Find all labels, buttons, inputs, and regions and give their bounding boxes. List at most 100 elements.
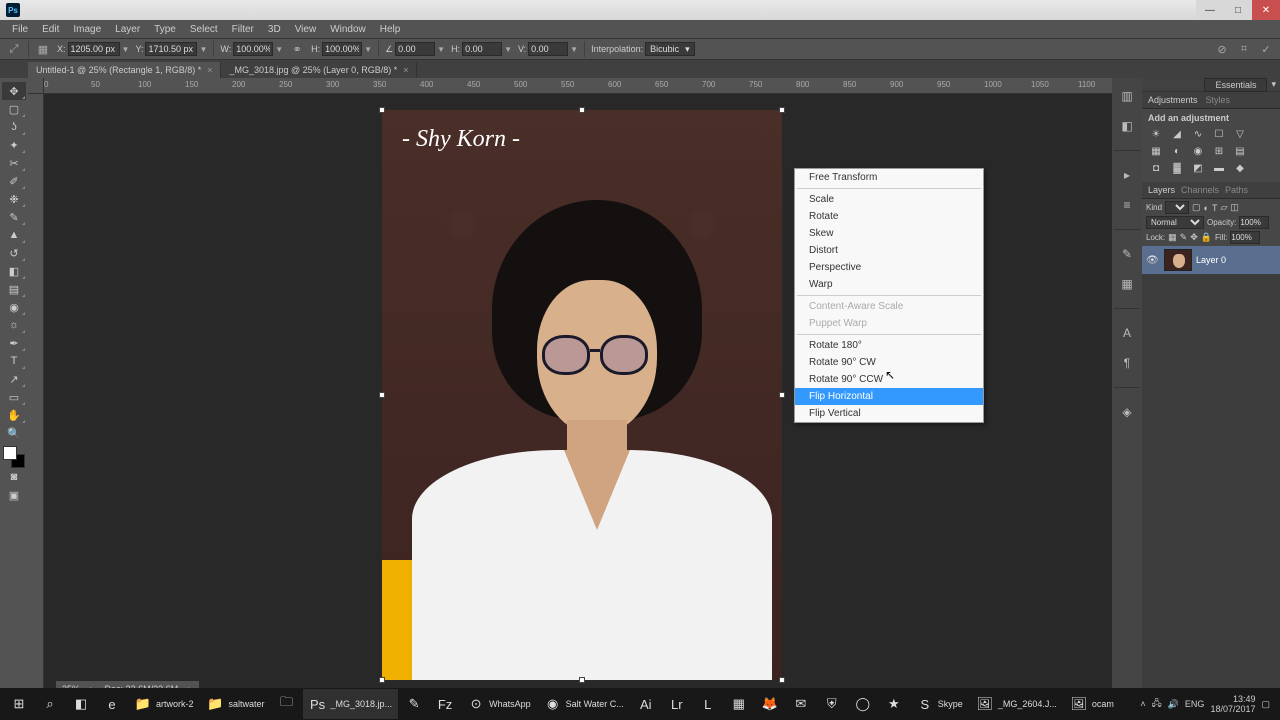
opacity-input[interactable]	[1239, 216, 1269, 229]
taskbar-item[interactable]: 🖼_MG_2604.J...	[970, 689, 1063, 719]
taskbar-item[interactable]: Ps_MG_3018.jp...	[303, 689, 399, 719]
menu-edit[interactable]: Edit	[36, 22, 65, 37]
taskbar-item[interactable]: Fz	[430, 689, 460, 719]
channels-tab[interactable]: Channels	[1181, 185, 1219, 195]
lasso-tool[interactable]: ʖ	[2, 118, 26, 136]
blur-tool[interactable]: ◉	[2, 298, 26, 316]
character-panel-icon[interactable]: A	[1117, 323, 1137, 343]
kind-select[interactable]	[1165, 201, 1189, 214]
menu-help[interactable]: Help	[374, 22, 407, 37]
history-brush-tool[interactable]: ↺	[2, 244, 26, 262]
ctx-warp[interactable]: Warp	[795, 276, 983, 293]
crop-tool[interactable]: ✂	[2, 154, 26, 172]
eraser-tool[interactable]: ◧	[2, 262, 26, 280]
layer-thumbnail[interactable]	[1164, 249, 1192, 271]
quickmask-tool[interactable]: ◙	[2, 468, 26, 486]
ctx-distort[interactable]: Distort	[795, 242, 983, 259]
styles-tab[interactable]: Styles	[1206, 95, 1231, 105]
ctx-rotate[interactable]: Rotate	[795, 208, 983, 225]
filter-shape-icon[interactable]: ▱	[1220, 202, 1227, 213]
marquee-tool[interactable]: ▢	[2, 100, 26, 118]
exposure-icon[interactable]: ☐	[1211, 127, 1227, 141]
taskbar-item[interactable]: ◧	[66, 689, 96, 719]
tray-notifications-icon[interactable]: ▢	[1261, 699, 1270, 710]
reference-point-icon[interactable]: ▦	[35, 41, 51, 57]
path-tool[interactable]: ↗	[2, 370, 26, 388]
system-tray[interactable]: ˄ 🖧 🔊 ENG 13:49 18/07/2017 ▢	[1134, 694, 1276, 714]
taskbar-item[interactable]: ★	[879, 689, 909, 719]
ruler-vertical[interactable]	[28, 94, 44, 718]
taskbar-item[interactable]: SSkype	[910, 689, 969, 719]
filter-type-icon[interactable]: T	[1212, 203, 1218, 213]
vibrance-icon[interactable]: ▽	[1232, 127, 1248, 141]
link-wh-icon[interactable]: ⚭	[289, 41, 305, 57]
ctx-flip-horizontal[interactable]: Flip Horizontal	[795, 388, 983, 405]
ctx-flip-vertical[interactable]: Flip Vertical	[795, 405, 983, 422]
brush-tool[interactable]: ✎	[2, 208, 26, 226]
layer-list[interactable]: 👁 Layer 0	[1142, 246, 1280, 700]
history-panel-icon[interactable]: ▥	[1117, 86, 1137, 106]
threshold-icon[interactable]: ◩	[1190, 161, 1206, 175]
skew-h-input[interactable]	[462, 42, 502, 56]
dodge-tool[interactable]: ☼	[2, 316, 26, 334]
taskbar-item[interactable]: e	[97, 689, 127, 719]
ctx-scale[interactable]: Scale	[795, 191, 983, 208]
3d-panel-icon[interactable]: ◈	[1117, 402, 1137, 422]
shape-tool[interactable]: ▭	[2, 388, 26, 406]
channel-mixer-icon[interactable]: ⊞	[1211, 144, 1227, 158]
tray-network-icon[interactable]: 🖧	[1152, 696, 1162, 712]
swatches-panel-icon[interactable]: ▦	[1117, 274, 1137, 294]
warp-mode-icon[interactable]: ⌗	[1236, 41, 1252, 57]
close-tab-icon[interactable]: ×	[207, 65, 212, 75]
gradient-map-icon[interactable]: ▬	[1211, 161, 1227, 175]
workspace-menu-icon[interactable]: ▾	[1271, 79, 1276, 90]
lock-pos-icon[interactable]: ✥	[1190, 232, 1198, 243]
wand-tool[interactable]: ✦	[2, 136, 26, 154]
taskbar-item[interactable]: 🦊	[755, 689, 785, 719]
doc-tab-1[interactable]: Untitled-1 @ 25% (Rectangle 1, RGB/8) *×	[28, 62, 221, 78]
taskbar-item[interactable]: ✎	[399, 689, 429, 719]
layer-row[interactable]: 👁 Layer 0	[1142, 246, 1280, 274]
fill-input[interactable]	[1230, 231, 1260, 244]
taskbar-item[interactable]: ⛨	[817, 689, 847, 719]
interp-dropdown[interactable]: Bicubic▾	[645, 42, 695, 56]
taskbar-item[interactable]: ⌕	[35, 689, 65, 719]
ctx-rotate-180[interactable]: Rotate 180°	[795, 337, 983, 354]
photo-filter-icon[interactable]: ◉	[1190, 144, 1206, 158]
type-tool[interactable]: T	[2, 352, 26, 370]
brush-panel-icon[interactable]: ✎	[1117, 244, 1137, 264]
actions-panel-icon[interactable]: ▸	[1117, 165, 1137, 185]
menu-type[interactable]: Type	[148, 22, 182, 37]
lock-trans-icon[interactable]: ▦	[1168, 232, 1177, 243]
ctx-skew[interactable]: Skew	[795, 225, 983, 242]
ctx-perspective[interactable]: Perspective	[795, 259, 983, 276]
tray-clock[interactable]: 13:49 18/07/2017	[1210, 694, 1255, 714]
selective-color-icon[interactable]: ◆	[1232, 161, 1248, 175]
taskbar-item[interactable]: Ai	[631, 689, 661, 719]
screenmode-tool[interactable]: ▣	[2, 486, 26, 504]
pen-tool[interactable]: ✒	[2, 334, 26, 352]
adjustments-tab[interactable]: Adjustments	[1148, 95, 1198, 105]
properties-panel-icon[interactable]: ≡	[1117, 195, 1137, 215]
taskbar-item[interactable]: ⊞	[4, 689, 34, 719]
w-input[interactable]	[233, 42, 273, 56]
x-input[interactable]	[68, 42, 120, 56]
transform-handle[interactable]	[779, 392, 785, 398]
commit-transform-icon[interactable]: ✓	[1258, 41, 1274, 57]
tray-volume-icon[interactable]: 🔊	[1168, 699, 1179, 710]
paths-tab[interactable]: Paths	[1225, 185, 1248, 195]
color-swatches[interactable]	[3, 446, 25, 468]
lock-all-icon[interactable]: 🔒	[1201, 232, 1212, 243]
stamp-tool[interactable]: ▲	[2, 226, 26, 244]
canvas-area[interactable]: 0501001502002503003504004505005506006507…	[28, 78, 1112, 718]
taskbar-item[interactable]: 📁saltwater	[201, 689, 271, 719]
ctx-free-transform[interactable]: Free Transform	[795, 169, 983, 186]
workspace-dropdown[interactable]: Essentials	[1204, 78, 1267, 92]
menu-image[interactable]: Image	[67, 22, 107, 37]
posterize-icon[interactable]: ▓	[1169, 161, 1185, 175]
taskbar-item[interactable]: ✉	[786, 689, 816, 719]
document-image[interactable]: - Shy Korn -	[382, 110, 782, 680]
taskbar-item[interactable]: 🖼ocam	[1064, 689, 1120, 719]
cancel-transform-icon[interactable]: ⊘	[1214, 41, 1230, 57]
window-close-button[interactable]: ✕	[1252, 0, 1280, 20]
